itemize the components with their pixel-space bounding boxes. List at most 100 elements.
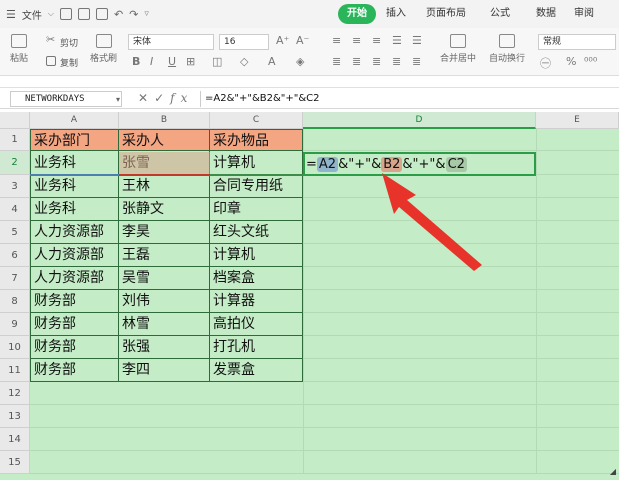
indent-icon[interactable]: ☰: [392, 34, 402, 47]
percent-icon[interactable]: %: [566, 55, 576, 68]
table-cell[interactable]: 红头文纸: [210, 221, 303, 244]
table-cell[interactable]: 人力资源部: [30, 244, 119, 267]
header-cell[interactable]: 采办人: [119, 129, 210, 151]
italic-icon[interactable]: I: [150, 55, 153, 68]
currency-icon[interactable]: ㊀: [540, 55, 551, 71]
row-header-1[interactable]: 1: [0, 129, 30, 151]
save-icon[interactable]: [59, 8, 72, 20]
clear-icon[interactable]: ◈: [296, 55, 304, 68]
font-size-select[interactable]: 16: [219, 34, 269, 50]
row-header-12[interactable]: 12: [0, 382, 30, 405]
bold-icon[interactable]: B: [132, 55, 140, 68]
row-header-3[interactable]: 3: [0, 175, 30, 198]
table-cell[interactable]: 档案盒: [210, 267, 303, 290]
wrap-text-button[interactable]: 自动换行: [489, 34, 525, 64]
copy-icon[interactable]: [46, 56, 56, 66]
row-header-13[interactable]: 13: [0, 405, 30, 428]
paste-button[interactable]: 粘贴: [10, 34, 28, 64]
table-cell[interactable]: 李昊: [119, 221, 210, 244]
undo-icon[interactable]: ↶: [114, 8, 123, 21]
table-cell[interactable]: 计算机: [210, 244, 303, 267]
tab-data[interactable]: 数据: [524, 4, 568, 24]
align-top-icon[interactable]: ≡: [332, 34, 341, 47]
formula-input[interactable]: =A2&"+"&B2&"+"&C2: [200, 91, 616, 107]
copy-button[interactable]: 复制: [60, 56, 78, 69]
decrease-font-icon[interactable]: A⁻: [296, 34, 309, 47]
table-cell[interactable]: 王磊: [119, 244, 210, 267]
column-header-a[interactable]: A: [30, 112, 119, 129]
distribute-icon[interactable]: ≣: [412, 55, 421, 68]
row-header-2[interactable]: 2: [0, 151, 30, 175]
table-cell[interactable]: 业务科: [30, 198, 119, 221]
font-name-select[interactable]: 宋体: [128, 34, 214, 50]
table-cell[interactable]: 财务部: [30, 359, 119, 382]
table-cell[interactable]: 王林: [119, 175, 210, 198]
table-cell[interactable]: 张静文: [119, 198, 210, 221]
row-header-8[interactable]: 8: [0, 290, 30, 313]
row-header-6[interactable]: 6: [0, 244, 30, 267]
table-cell[interactable]: 财务部: [30, 313, 119, 336]
print-icon[interactable]: [77, 8, 90, 20]
hamburger-icon[interactable]: ☰: [6, 8, 16, 21]
align-left-icon[interactable]: ≣: [332, 55, 341, 68]
tab-insert[interactable]: 插入: [376, 4, 416, 24]
column-header-d[interactable]: D: [303, 112, 536, 129]
customize-icon[interactable]: ▿: [144, 9, 149, 19]
align-right-icon[interactable]: ≣: [372, 55, 381, 68]
column-header-b[interactable]: B: [119, 112, 210, 129]
column-header-c[interactable]: C: [210, 112, 303, 129]
format-painter-button[interactable]: 格式刷: [90, 34, 117, 64]
tab-home[interactable]: 开始: [338, 4, 376, 24]
number-format-select[interactable]: 常规: [538, 34, 616, 50]
table-cell[interactable]: 李四: [119, 359, 210, 382]
row-header-5[interactable]: 5: [0, 221, 30, 244]
redo-icon[interactable]: ↷: [129, 8, 138, 21]
fill-color-icon[interactable]: ◫: [212, 55, 222, 68]
thousands-icon[interactable]: ⁰⁰⁰: [584, 55, 597, 68]
row-header-4[interactable]: 4: [0, 198, 30, 221]
row-header-15[interactable]: 15: [0, 451, 30, 474]
row-header-7[interactable]: 7: [0, 267, 30, 290]
row-header-11[interactable]: 11: [0, 359, 30, 382]
table-cell[interactable]: 合同专用纸: [210, 175, 303, 198]
header-cell[interactable]: 采办物品: [210, 129, 303, 151]
table-cell[interactable]: 计算器: [210, 290, 303, 313]
file-menu[interactable]: 文件: [22, 7, 42, 22]
select-all-corner[interactable]: [0, 112, 30, 129]
table-cell[interactable]: 财务部: [30, 290, 119, 313]
table-cell[interactable]: 吴雪: [119, 267, 210, 290]
chevron-down-icon[interactable]: ⌵: [48, 9, 54, 19]
fx-icon[interactable]: fx: [170, 91, 193, 105]
table-cell[interactable]: 业务科: [30, 175, 119, 198]
table-cell[interactable]: 人力资源部: [30, 267, 119, 290]
table-cell[interactable]: 张强: [119, 336, 210, 359]
align-center-icon[interactable]: ≣: [352, 55, 361, 68]
justify-icon[interactable]: ≣: [392, 55, 401, 68]
table-cell[interactable]: 印章: [210, 198, 303, 221]
name-box-dropdown-icon[interactable]: ▾: [116, 95, 120, 104]
border-icon[interactable]: ⊞: [186, 55, 195, 68]
increase-font-icon[interactable]: A⁺: [276, 34, 289, 47]
tab-formulas[interactable]: 公式: [476, 4, 524, 24]
scissors-icon[interactable]: ✂: [46, 33, 55, 46]
row-header-10[interactable]: 10: [0, 336, 30, 359]
align-middle-icon[interactable]: ≡: [352, 34, 361, 47]
row-header-14[interactable]: 14: [0, 428, 30, 451]
table-cell[interactable]: 打孔机: [210, 336, 303, 359]
tab-review[interactable]: 审阅: [568, 4, 600, 24]
outdent-icon[interactable]: ☰: [412, 34, 422, 47]
table-cell[interactable]: 刘伟: [119, 290, 210, 313]
cut-button[interactable]: 剪切: [60, 36, 78, 49]
align-bottom-icon[interactable]: ≡: [372, 34, 381, 47]
cancel-icon[interactable]: ✕: [138, 91, 154, 105]
table-cell[interactable]: 发票盒: [210, 359, 303, 382]
underline-icon[interactable]: U: [168, 55, 176, 68]
table-cell[interactable]: 人力资源部: [30, 221, 119, 244]
print-preview-icon[interactable]: [95, 8, 108, 20]
font-color-icon[interactable]: A: [268, 55, 276, 68]
confirm-icon[interactable]: ✓: [154, 91, 170, 105]
merge-center-button[interactable]: 合并居中: [440, 34, 476, 64]
header-cell[interactable]: 采办部门: [30, 129, 119, 151]
fill-bucket-icon[interactable]: ◇: [240, 55, 248, 68]
column-header-e[interactable]: E: [536, 112, 619, 129]
